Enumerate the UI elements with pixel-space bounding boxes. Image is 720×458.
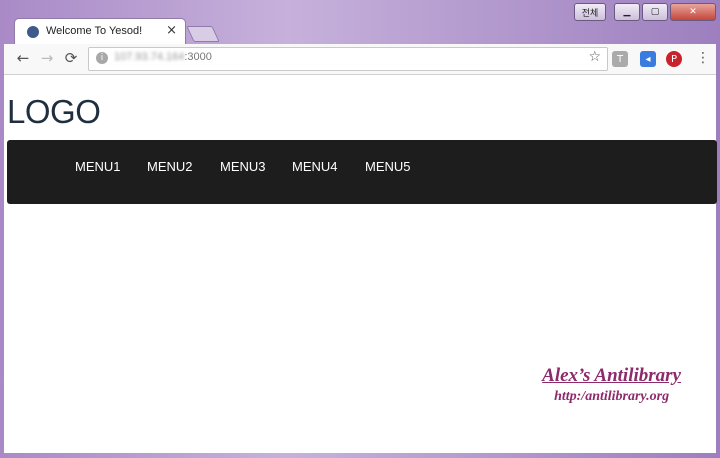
site-info-icon[interactable]: i (96, 52, 108, 64)
nav-menu3[interactable]: MENU3 (220, 159, 266, 174)
close-window-button[interactable]: ✕ (670, 3, 716, 21)
url-host-obscured: 107.93.74.164 (114, 51, 185, 63)
forward-icon[interactable]: → (38, 49, 56, 67)
yesod-favicon-icon (27, 26, 39, 38)
watermark-title: Alex’s Antilibrary (542, 365, 681, 386)
browser-menu-icon[interactable]: ⋮ (696, 50, 710, 66)
bookmark-star-icon[interactable]: ☆ (588, 49, 601, 65)
nav-menu2[interactable]: MENU2 (147, 159, 193, 174)
browser-window: 전체 ▁ ▢ ✕ Welcome To Yesod! × ← → ⟳ i 107… (0, 0, 720, 458)
browser-toolbar: ← → ⟳ i 107.93.74.164:3000 ☆ T ◂ P ⋮ (4, 44, 716, 75)
window-controls: 전체 ▁ ▢ ✕ (574, 3, 716, 21)
maximize-button[interactable]: ▢ (642, 3, 668, 21)
address-bar[interactable]: i 107.93.74.164:3000 ☆ (88, 47, 608, 71)
pinterest-icon[interactable]: P (666, 51, 682, 67)
extension-t-icon[interactable]: T (612, 51, 628, 67)
url-text: 107.93.74.164:3000 (114, 51, 212, 63)
url-port: :3000 (184, 51, 212, 63)
browser-tab[interactable]: Welcome To Yesod! × (14, 18, 186, 45)
back-icon[interactable]: ← (14, 49, 32, 67)
site-logo[interactable]: LOGO (7, 93, 101, 131)
page-content: LOGO MENU1 MENU2 MENU3 MENU4 MENU5 Alex’… (4, 75, 717, 453)
nav-menu1[interactable]: MENU1 (75, 159, 121, 174)
tab-title: Welcome To Yesod! (46, 25, 143, 37)
nav-menu5[interactable]: MENU5 (365, 159, 411, 174)
language-button[interactable]: 전체 (574, 3, 606, 21)
watermark-url: http:/antilibrary.org (554, 389, 670, 404)
watermark: Alex’s Antilibrary http:/antilibrary.org (542, 365, 681, 405)
extension-blue-icon[interactable]: ◂ (640, 51, 656, 67)
nav-menu4[interactable]: MENU4 (292, 159, 338, 174)
navigation-bar: MENU1 MENU2 MENU3 MENU4 MENU5 (7, 140, 717, 204)
reload-icon[interactable]: ⟳ (62, 49, 80, 67)
new-tab-button[interactable] (186, 26, 220, 42)
minimize-button[interactable]: ▁ (614, 3, 640, 21)
tab-close-icon[interactable]: × (166, 23, 177, 38)
